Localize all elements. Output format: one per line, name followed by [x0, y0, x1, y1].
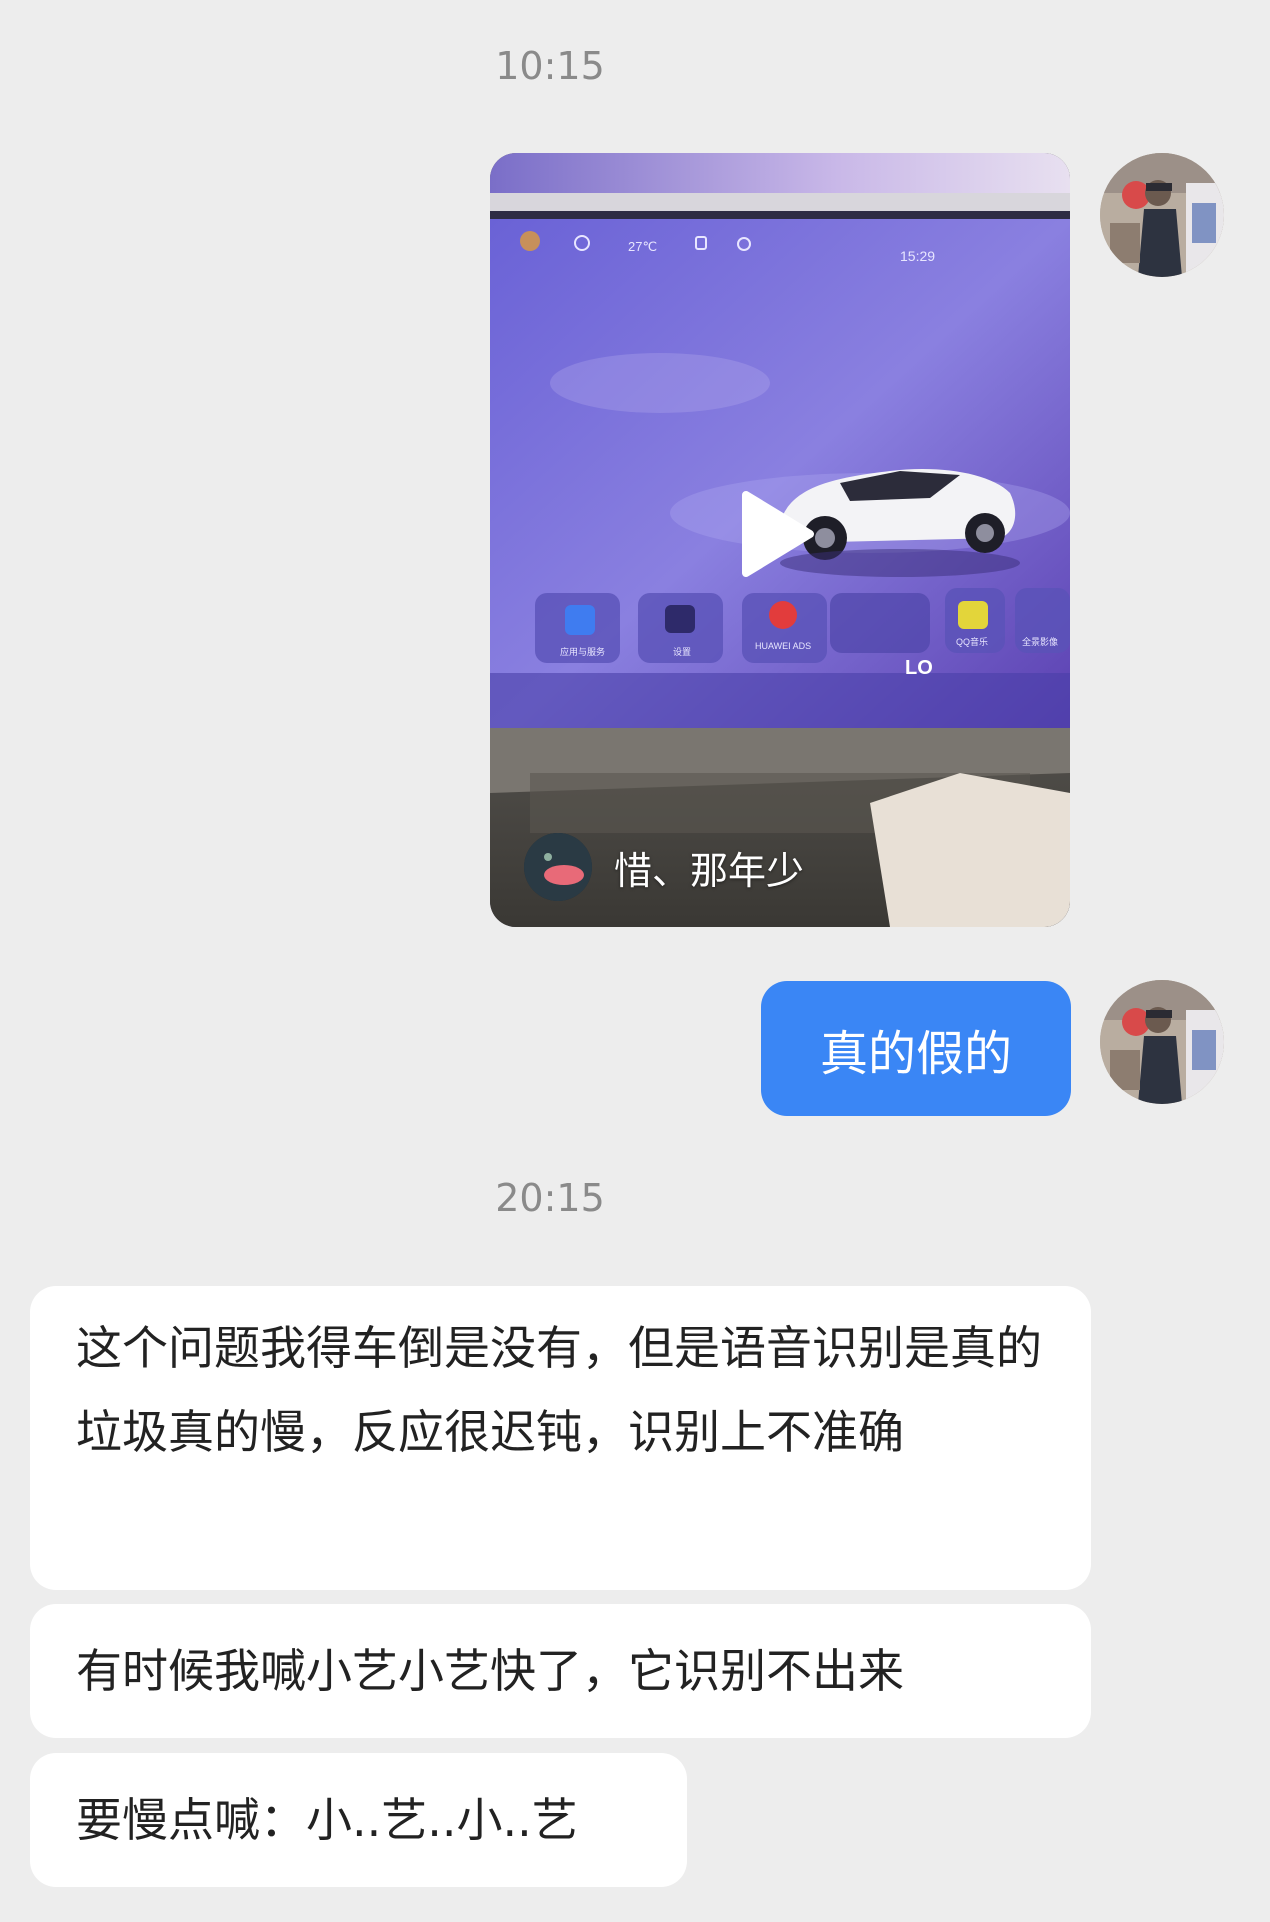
- incoming-message[interactable]: 要慢点喊：小..艺..小..艺: [30, 1753, 687, 1887]
- outgoing-message[interactable]: 真的假的: [761, 981, 1071, 1116]
- author-avatar: [524, 833, 592, 901]
- incoming-message[interactable]: 这个问题我得车倒是没有，但是语音识别是真的垃圾真的慢，反应很迟钝，识别上不准确: [30, 1286, 1091, 1590]
- dock-label-music: QQ音乐: [956, 637, 989, 647]
- video-author: 惜、那年少: [524, 833, 804, 901]
- video-message[interactable]: 27℃ 15:29 应用与服务 设置 HUAWEI ADS QQ音乐 全景影像 …: [490, 153, 1070, 927]
- dock-label-360: 全景影像: [1022, 637, 1059, 647]
- dock-label-apps: 应用与服务: [560, 647, 606, 657]
- incoming-message[interactable]: 有时候我喊小艺小艺快了，它识别不出来: [30, 1604, 1091, 1738]
- author-name: 惜、那年少: [614, 848, 805, 893]
- timestamp: 20:15: [495, 1176, 605, 1220]
- play-icon[interactable]: [736, 489, 816, 579]
- sender-avatar[interactable]: [1100, 153, 1224, 277]
- timestamp: 10:15: [495, 44, 605, 88]
- dock-label-settings: 设置: [673, 647, 692, 657]
- dock-label-ads: HUAWEI ADS: [755, 641, 812, 651]
- climate-label: LO: [905, 657, 933, 679]
- screen-temperature: 27℃: [628, 239, 658, 254]
- screen-clock: 15:29: [900, 248, 936, 264]
- sender-avatar[interactable]: [1100, 980, 1224, 1104]
